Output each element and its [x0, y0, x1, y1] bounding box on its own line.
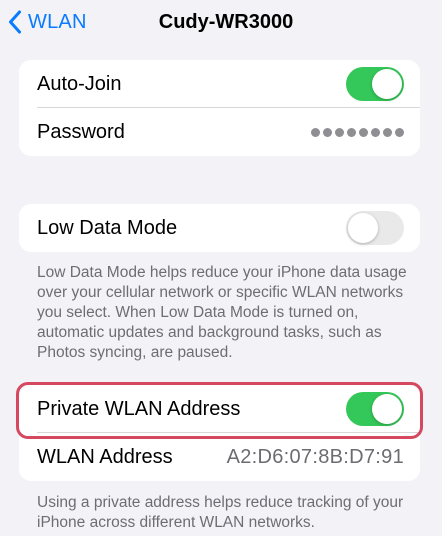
wlan-address-value: A2:D6:07:8B:D7:91 [226, 445, 404, 468]
password-label: Password [37, 120, 125, 143]
auto-join-label: Auto-Join [37, 72, 122, 95]
low-data-mode-description: Low Data Mode helps reduce your iPhone d… [37, 264, 407, 361]
low-data-mode-row: Low Data Mode [19, 204, 420, 252]
connection-settings-group: Auto-Join Password [19, 60, 420, 156]
toggle-knob [348, 213, 378, 243]
toggle-knob [372, 69, 402, 99]
low-data-mode-label: Low Data Mode [37, 216, 178, 239]
password-dot [371, 127, 380, 137]
auto-join-row: Auto-Join [19, 60, 420, 108]
private-address-description: Using a private address helps reduce tra… [37, 494, 404, 531]
page-title: Cudy-WR3000 [158, 11, 294, 33]
password-dot [323, 127, 332, 137]
auto-join-toggle[interactable] [346, 67, 404, 101]
password-masked-value [311, 127, 404, 137]
password-dot [311, 127, 320, 137]
wlan-address-row: WLAN Address A2:D6:07:8B:D7:91 [19, 433, 420, 481]
highlight-box [16, 382, 423, 439]
password-dot [359, 127, 368, 137]
navigation-bar: WLAN Cudy-WR3000 [0, 0, 442, 44]
low-data-mode-group: Low Data Mode [19, 204, 420, 252]
wlan-address-label: WLAN Address [37, 445, 173, 468]
password-dot [347, 127, 356, 137]
password-dot [335, 127, 344, 137]
low-data-mode-toggle[interactable] [346, 211, 404, 245]
password-dot [395, 127, 404, 137]
password-row[interactable]: Password [19, 108, 420, 156]
password-dot [383, 127, 392, 137]
